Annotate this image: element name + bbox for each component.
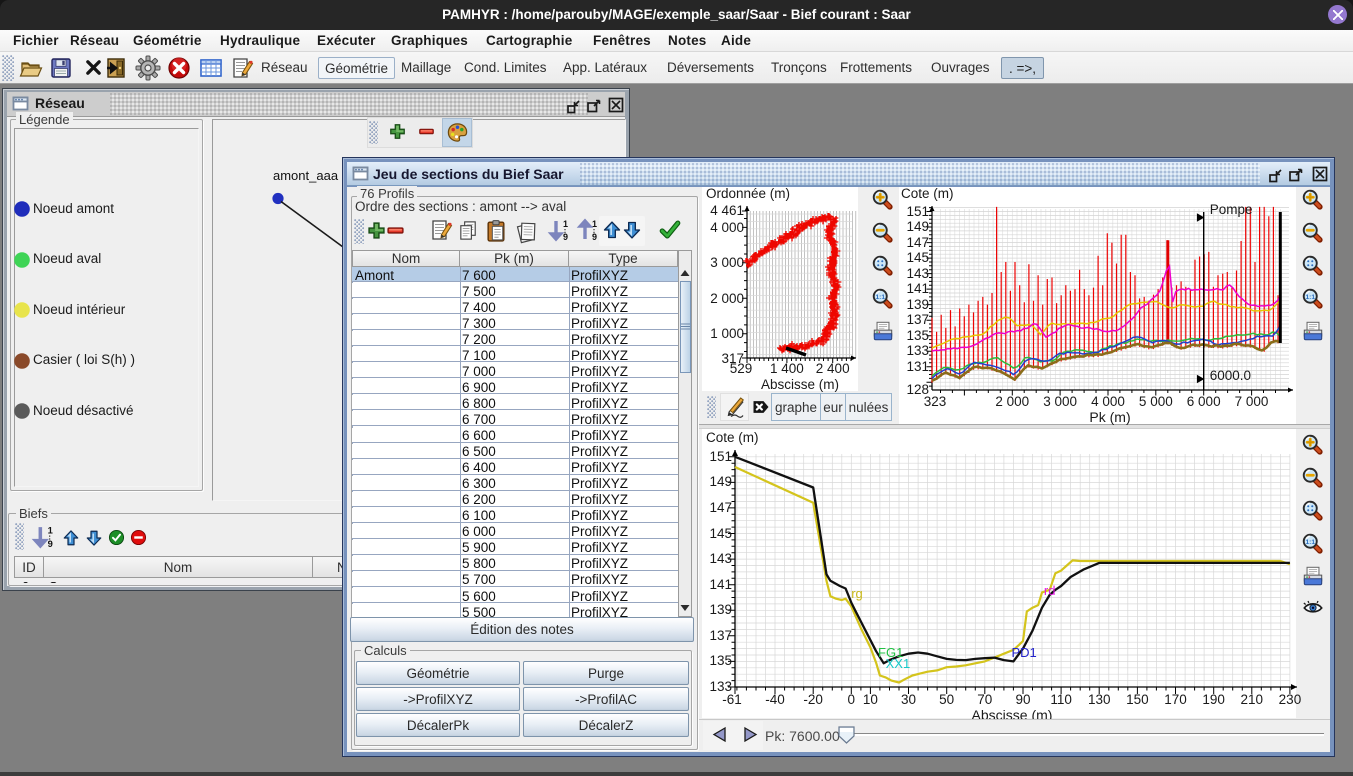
svg-text:1:1: 1:1 <box>875 294 885 301</box>
svg-text:1:1: 1:1 <box>1305 539 1315 546</box>
svg-text:1:1: 1:1 <box>1305 294 1315 301</box>
